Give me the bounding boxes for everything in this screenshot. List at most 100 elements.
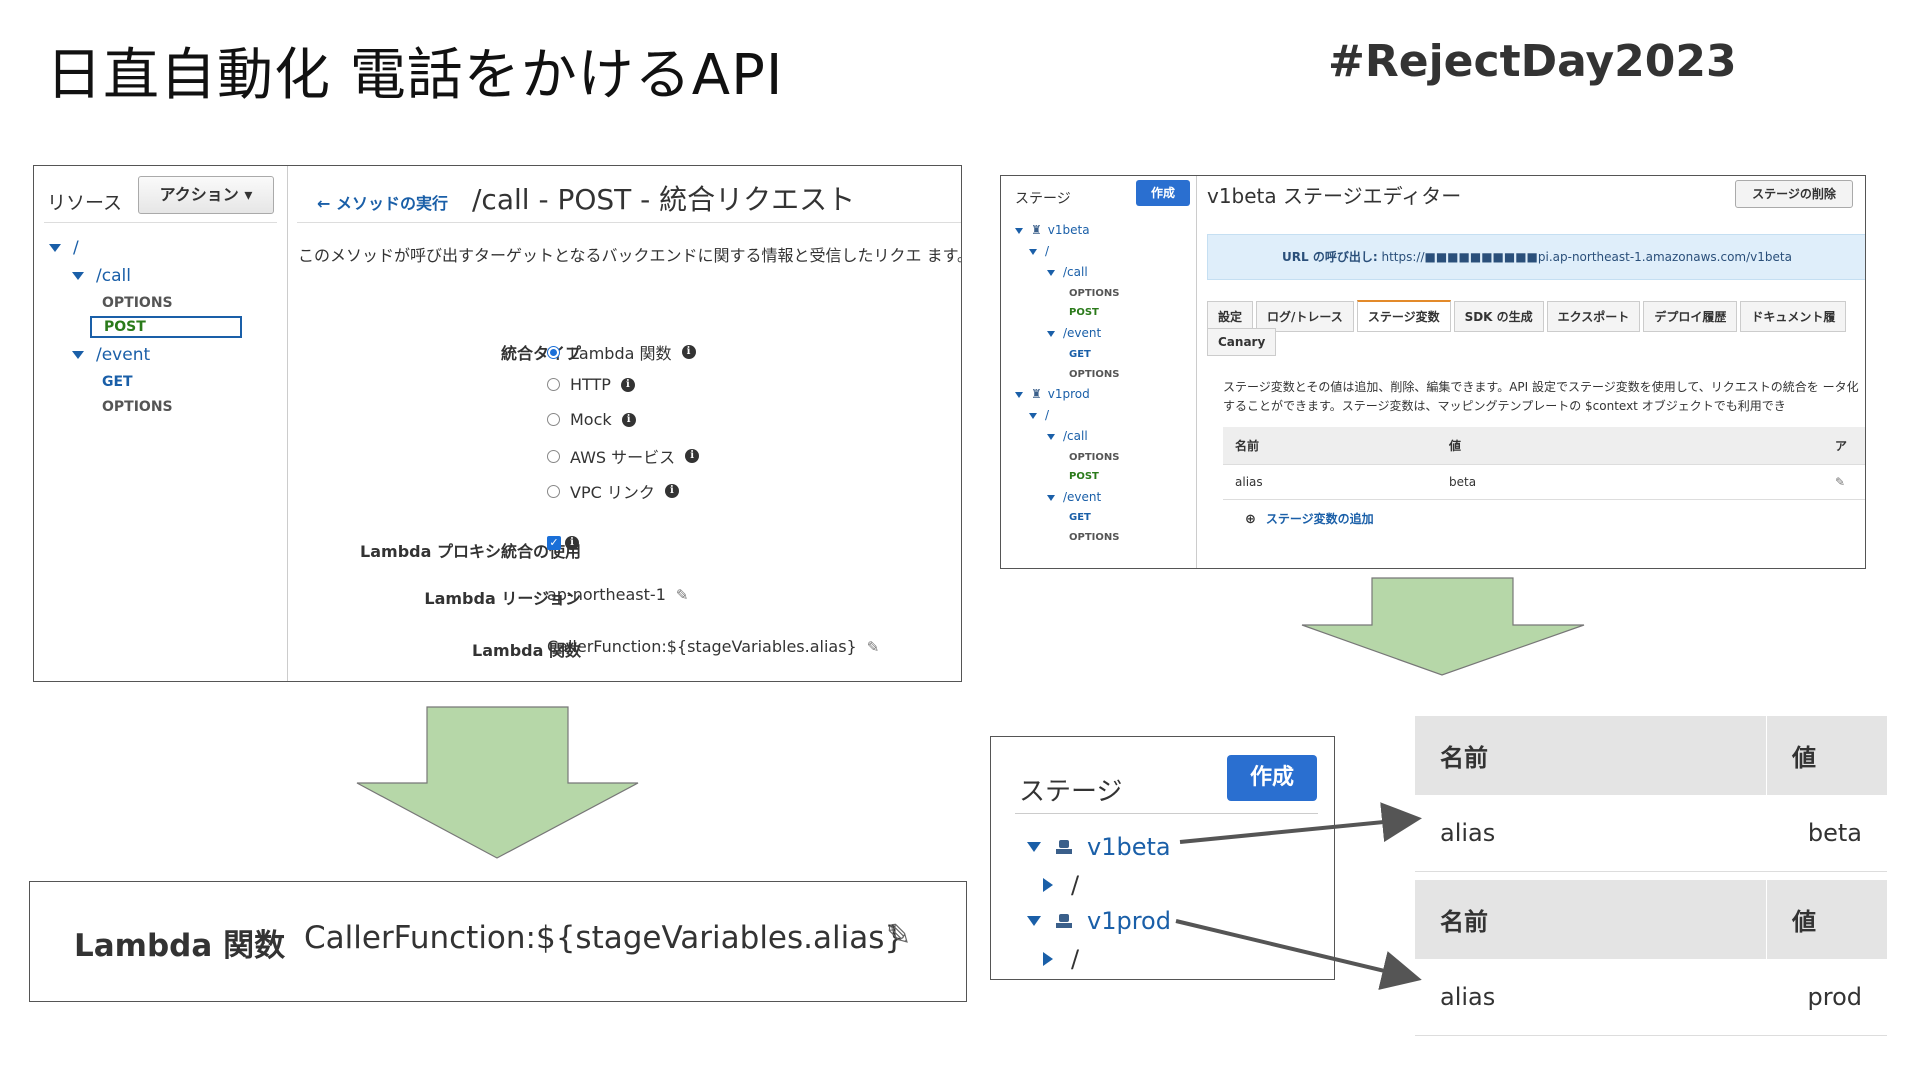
create-stage-button[interactable]: 作成 [1136, 180, 1190, 206]
zoom-function-label: Lambda 関数 [74, 928, 286, 964]
chevron-down-icon[interactable] [1015, 227, 1023, 234]
tree-call[interactable]: /call [72, 266, 131, 286]
method-options[interactable]: OPTIONS [1069, 452, 1119, 463]
integration-description: このメソッドが呼び出すターゲットとなるバックエンドに関する情報と受信したリクエ … [298, 246, 962, 265]
integration-heading: /call - POST - 統合リクエスト [472, 183, 856, 216]
method-post[interactable]: POST [1069, 471, 1099, 482]
stage-icon [1056, 840, 1072, 854]
stage-v1beta-root[interactable]: / [1043, 871, 1079, 899]
stage-variables-table: 名前 値 ア alias beta ✎ [1223, 427, 1865, 500]
tree-stage-v1beta[interactable]: ♜ v1beta [1015, 223, 1090, 237]
method-options[interactable]: OPTIONS [1069, 369, 1119, 380]
method-options[interactable]: OPTIONS [102, 399, 173, 415]
checkbox-checked-icon[interactable]: ✓ [547, 536, 561, 550]
pencil-icon[interactable]: ✎ [1823, 464, 1865, 500]
radio-http[interactable]: HTTP i [547, 375, 635, 394]
variable-value: beta [1766, 795, 1887, 872]
radio-checked-icon[interactable] [547, 345, 560, 359]
method-options[interactable]: OPTIONS [1069, 532, 1119, 543]
method-get[interactable]: GET [102, 374, 133, 390]
tree-root[interactable]: / [1029, 408, 1049, 422]
stages-label: ステージ [1015, 191, 1071, 207]
pencil-icon[interactable]: ✎ [676, 586, 689, 604]
stage-editor-title: v1beta ステージエディター [1207, 184, 1462, 208]
info-icon[interactable]: i [681, 345, 696, 359]
stage-v1beta[interactable]: v1beta [1027, 833, 1171, 861]
method-execution-link[interactable]: ← メソッドの実行 [317, 190, 448, 214]
chevron-down-icon[interactable] [1047, 330, 1055, 337]
chevron-down-icon[interactable] [1027, 916, 1041, 926]
radio-mock[interactable]: Mock i [547, 410, 636, 429]
pencil-icon[interactable]: ✎ [867, 638, 880, 656]
radio-aws-service[interactable]: AWS サービス i [547, 444, 700, 468]
zoom-function-value: CallerFunction:${stageVariables.alias} [304, 920, 905, 956]
info-icon[interactable]: i [664, 484, 679, 498]
create-stage-button[interactable]: 作成 [1227, 755, 1317, 801]
chevron-down-icon[interactable] [49, 244, 61, 252]
radio-icon[interactable] [547, 413, 560, 426]
tree-call[interactable]: /call [1047, 265, 1088, 279]
stages-label: ステージ [1019, 777, 1123, 807]
chevron-down-icon[interactable] [1047, 494, 1055, 501]
tab-documentation-history[interactable]: ドキュメント履 [1740, 301, 1847, 332]
tree-stage-v1prod[interactable]: ♜ v1prod [1015, 387, 1090, 401]
table-row: alias beta [1415, 795, 1887, 872]
chevron-down-icon[interactable] [1029, 412, 1037, 419]
info-icon[interactable]: i [620, 377, 635, 392]
column-header: 名前 [1415, 716, 1767, 795]
chevron-down-icon[interactable] [1047, 433, 1055, 440]
column-header: 値 [1766, 716, 1887, 795]
method-get[interactable]: GET [1069, 349, 1091, 360]
lambda-function-zoom: Lambda 関数 CallerFunction:${stageVariable… [29, 881, 967, 1002]
tree-call[interactable]: /call [1047, 429, 1088, 443]
tab-export[interactable]: エクスポート [1546, 301, 1641, 332]
stage-variables-beta-table: 名前 値 alias beta [1415, 716, 1887, 872]
method-get[interactable]: GET [1069, 512, 1091, 523]
chevron-right-icon[interactable] [1043, 952, 1053, 966]
tree-event[interactable]: /event [1047, 490, 1101, 504]
pencil-icon[interactable]: ✎ [886, 918, 911, 953]
add-stage-variable-link[interactable]: ⊕ ステージ変数の追加 [1245, 510, 1374, 527]
tab-stage-variables[interactable]: ステージ変数 [1356, 300, 1451, 332]
chevron-right-icon[interactable] [1043, 878, 1053, 892]
tree-root[interactable]: / [1029, 244, 1049, 258]
stage-tabs: 設定 ログ/トレース ステージ変数 SDK の生成 エクスポート デプロイ履歴 ドキュメント… [1207, 300, 1849, 332]
stage-icon [1056, 914, 1072, 928]
tree-root[interactable]: / [49, 238, 79, 258]
radio-lambda[interactable]: Lambda 関数 i [547, 340, 696, 364]
delete-stage-button[interactable]: ステージの削除 [1735, 180, 1853, 208]
chevron-down-icon[interactable] [72, 272, 84, 280]
method-options[interactable]: OPTIONS [102, 295, 173, 311]
tree-event[interactable]: /event [72, 345, 150, 365]
chevron-down-icon[interactable] [1029, 248, 1037, 255]
tab-canary[interactable]: Canary [1207, 328, 1277, 356]
info-icon[interactable]: i [565, 536, 579, 550]
chevron-down-icon[interactable] [72, 351, 84, 359]
tab-deploy-history[interactable]: デプロイ履歴 [1643, 301, 1738, 332]
info-icon[interactable]: i [621, 412, 636, 427]
chevron-down-icon[interactable] [1027, 842, 1041, 852]
arrow-to-beta-table [1179, 802, 1422, 844]
region-value-row: ap-northeast-1 ✎ [547, 585, 688, 604]
chevron-down-icon[interactable] [1015, 391, 1023, 398]
actions-button[interactable]: アクション ▾ [138, 176, 274, 214]
radio-icon[interactable] [547, 378, 560, 391]
info-icon[interactable]: i [685, 449, 700, 463]
tab-sdk[interactable]: SDK の生成 [1453, 301, 1544, 332]
radio-vpc-link[interactable]: VPC リンク i [547, 479, 679, 503]
method-post-selected[interactable]: POST [90, 316, 242, 338]
stage-variables-prod-table: 名前 値 alias prod [1415, 880, 1887, 1036]
page-title: 日直自動化 電話をかけるAPI [46, 43, 784, 108]
down-arrow-icon [1300, 577, 1586, 677]
proxy-checkbox[interactable]: ✓ i [547, 536, 579, 550]
stage-v1prod-root[interactable]: / [1043, 945, 1079, 973]
method-post[interactable]: POST [1069, 307, 1099, 318]
tree-event[interactable]: /event [1047, 326, 1101, 340]
method-options[interactable]: OPTIONS [1069, 288, 1119, 299]
radio-icon[interactable] [547, 449, 560, 463]
radio-icon[interactable] [547, 484, 560, 498]
invoke-url-value[interactable]: https://■■■■■■■■■■pi.ap-northeast-1.amaz… [1381, 250, 1791, 264]
hashtag: #RejectDay2023 [1328, 36, 1737, 87]
chevron-down-icon[interactable] [1047, 269, 1055, 276]
stage-v1prod[interactable]: v1prod [1027, 907, 1171, 935]
